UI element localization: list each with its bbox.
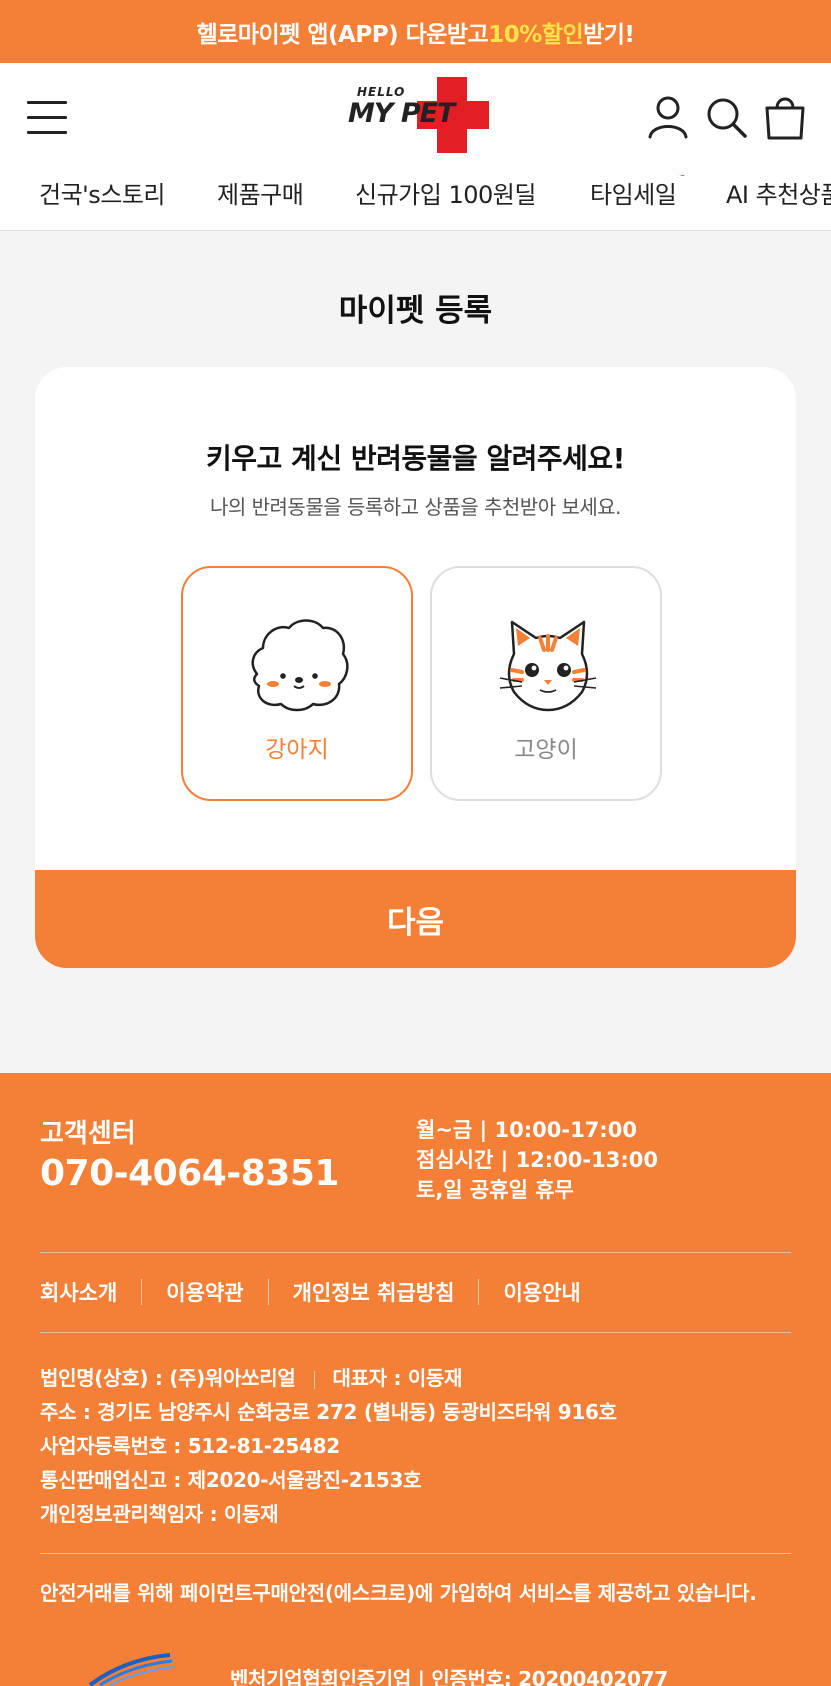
company-address: 주소 : 경기도 남양주시 순화궁로 272 (별내동) 동광비즈타워 916호 [40,1400,617,1424]
new-dot-badge [679,175,687,176]
business-hours: 월~금 | 10:00-17:00 점심시간 | 12:00-13:00 토,일… [416,1115,658,1205]
business-registration-number: 사업자등록번호 : 512-81-25482 [40,1434,340,1458]
card-subtext: 나의 반려동물을 등록하고 상품을 추천받아 보세요. [209,495,622,519]
nav-item-products[interactable]: 제품구매 [217,175,304,210]
nav-item-100-deal[interactable]: 신규가입 100원딜 [355,175,536,210]
venture-certification-logo [40,1651,180,1686]
pet-option-cat[interactable]: 고양이 [430,566,662,801]
main-navigation: 건국's스토리 제품구매 신규가입 100원딜 타임세일 AI 추천상품 [0,175,831,231]
ceo-name: 대표자 : 이동재 [332,1366,463,1390]
link-company-intro[interactable]: 회사소개 [40,1277,117,1307]
company-line-1: 법인명(상호) : (주)워아쏘리얼 대표자 : 이동재 [40,1361,617,1395]
hours-closed: 토,일 공휴일 휴무 [416,1178,574,1202]
nav-item-story[interactable]: 건국's스토리 [39,175,166,210]
hours-lunch: 점심시간 | 12:00-13:00 [416,1148,658,1172]
nav-item-time-sale-label: 타임세일 [590,181,677,209]
page-title: 마이펫 등록 [338,293,493,329]
pet-option-dog[interactable]: 강아지 [181,566,413,801]
app-download-banner[interactable]: 헬로마이펫 앱(APP) 다운받고 10%할인 받기! [0,0,831,63]
customer-center-phone[interactable]: 070-4064-8351 [40,1153,339,1194]
cat-face-icon [492,614,604,714]
banner-text-end: 받기! [583,21,635,48]
search-icon[interactable] [703,93,749,141]
nav-item-ai-recommend[interactable]: AI 추천상품 [726,175,831,210]
footer-divider [40,1252,791,1253]
link-privacy-policy[interactable]: 개인정보 취급방침 [293,1277,455,1307]
footer-divider [40,1332,791,1333]
pet-option-cat-label: 고양이 [514,737,578,763]
escrow-notice: 안전거래를 위해 페이먼트구매안전(에스크로)에 가입하여 서비스를 제공하고 … [40,1581,757,1605]
link-terms[interactable]: 이용약관 [166,1277,243,1307]
site-header: HELLO MY PET 건국's스토리 제품구매 신규가입 100원딜 타임세… [0,63,831,231]
corp-name: 법인명(상호) : (주)워아쏘리얼 [40,1366,296,1390]
banner-text: 헬로마이펫 앱(APP) 다운받고 [196,21,489,48]
pet-registration-card: 키우고 계신 반려동물을 알려주세요! 나의 반려동물을 등록하고 상품을 추천… [35,367,796,968]
link-separator [141,1279,143,1305]
site-footer: 고객센터 070-4064-8351 월~금 | 10:00-17:00 점심시… [0,1073,831,1686]
banner-discount-highlight: 10%할인 [488,21,584,48]
hours-weekday: 월~금 | 10:00-17:00 [416,1118,637,1142]
pet-option-dog-label: 강아지 [265,737,329,763]
venture-certification: 벤처기업협회인증기업 | 인증번호: 20200402077 [230,1667,668,1686]
dog-face-icon [243,614,355,714]
hello-my-pet-logo[interactable]: HELLO MY PET [345,73,493,159]
footer-links: 회사소개 이용약관 개인정보 취급방침 이용안내 [40,1277,581,1307]
hamburger-menu-icon[interactable] [27,101,67,135]
link-separator [267,1279,269,1305]
nav-item-time-sale[interactable]: 타임세일 [590,175,687,210]
card-heading: 키우고 계신 반려동물을 알려주세요! [206,442,625,475]
user-icon[interactable] [645,93,691,141]
footer-divider [40,1553,791,1554]
logo-mypet-text: MY PET [348,98,455,129]
shopping-bag-icon[interactable] [762,93,808,141]
customer-center-title: 고객센터 [40,1119,136,1149]
ecommerce-registration-number: 통신판매업신고 : 제2020-서울광진-2153호 [40,1468,422,1492]
privacy-officer: 개인정보관리책임자 : 이동재 [40,1502,279,1526]
logo-hello-text: HELLO [357,85,406,99]
link-usage-guide[interactable]: 이용안내 [503,1277,580,1307]
link-separator [478,1279,480,1305]
company-info: 법인명(상호) : (주)워아쏘리얼 대표자 : 이동재 주소 : 경기도 남양주… [40,1361,617,1531]
next-button[interactable]: 다음 [35,870,796,968]
